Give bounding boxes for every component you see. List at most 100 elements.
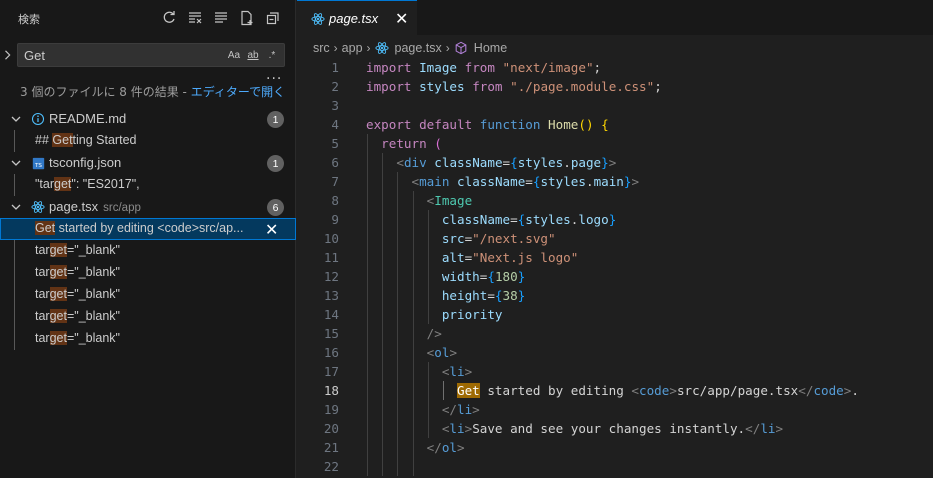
sidebar-header: 検索 xyxy=(0,0,296,36)
code-text: import styles from "./page.module.css"; xyxy=(366,79,662,94)
code-line: 16 <ol> xyxy=(297,343,933,362)
code-text: import Image from "next/image"; xyxy=(366,60,602,75)
code-text: <Image xyxy=(426,193,473,208)
code-line: 10 src="/next.svg" xyxy=(297,229,933,248)
match-text: target="_blank" xyxy=(35,287,120,301)
breadcrumb-item-symbol[interactable]: Home xyxy=(474,41,507,55)
line-number: 9 xyxy=(331,212,339,227)
match-text: target="_blank" xyxy=(35,331,120,345)
code-text: <li> xyxy=(441,364,473,379)
result-match-row[interactable]: target="_blank" xyxy=(0,284,296,306)
collapse-all-icon[interactable] xyxy=(264,9,282,27)
line-number: 2 xyxy=(331,79,339,94)
match-highlight: Get xyxy=(52,133,73,147)
tab-label: page.tsx xyxy=(329,11,379,26)
result-match-row[interactable]: Get started by editing <code>src/ap... ✕ xyxy=(0,218,296,240)
result-match-row[interactable]: target="_blank" xyxy=(0,306,296,328)
chevron-down-icon[interactable] xyxy=(10,156,22,170)
code-text: priority xyxy=(441,307,503,322)
indent-guide xyxy=(397,457,399,476)
code-text: <div className={styles.page}> xyxy=(396,155,617,170)
sidebar-actions xyxy=(160,9,282,27)
file-name-text: tsconfig.json xyxy=(49,155,122,170)
code-line: 1 import Image from "next/image"; xyxy=(297,58,933,77)
dismiss-match-icon[interactable]: ✕ xyxy=(265,220,278,239)
line-number: 3 xyxy=(331,98,339,113)
code-line: 3 xyxy=(297,96,933,115)
result-match-row[interactable]: "target": "ES2017", xyxy=(0,174,296,196)
line-number: 10 xyxy=(323,231,339,246)
view-as-list-icon[interactable] xyxy=(212,9,230,27)
result-match-row[interactable]: target="_blank" xyxy=(0,240,296,262)
search-input[interactable] xyxy=(24,46,204,64)
result-match-row[interactable]: target="_blank" xyxy=(0,262,296,284)
file-path: src/app xyxy=(103,202,141,214)
close-tab-icon[interactable]: ✕ xyxy=(395,9,408,28)
clear-results-icon[interactable] xyxy=(186,9,204,27)
editor-area: page.tsx ✕ src › app › page.tsx › Home 1… xyxy=(297,0,933,478)
use-regex-icon[interactable]: .* xyxy=(264,47,280,63)
match-highlight: get xyxy=(49,309,67,323)
code-text: <ol> xyxy=(426,345,458,360)
code-text: height={38} xyxy=(441,288,526,303)
result-file-name: README.md xyxy=(49,111,126,126)
code-line: 21 </ol> xyxy=(297,438,933,457)
match-count-badge: 1 xyxy=(267,111,284,128)
line-number: 8 xyxy=(331,193,339,208)
result-file-row[interactable]: README.md 1 xyxy=(0,108,296,130)
result-file-row[interactable]: TS tsconfig.json 1 xyxy=(0,152,296,174)
code-text: </ol> xyxy=(426,440,465,455)
line-number: 20 xyxy=(323,421,339,436)
file-name-text: page.tsx xyxy=(49,199,99,214)
match-text: Get started by editing <code>src/ap... xyxy=(35,221,244,235)
line-number: 4 xyxy=(331,117,339,132)
more-options-icon[interactable]: ... xyxy=(266,67,282,83)
result-match-row[interactable]: target="_blank" xyxy=(0,328,296,350)
match-text: ## Getting Started xyxy=(35,133,137,147)
react-icon xyxy=(311,12,325,26)
line-number: 12 xyxy=(323,269,339,284)
chevron-down-icon[interactable] xyxy=(10,200,22,214)
refresh-icon[interactable] xyxy=(160,9,178,27)
result-file-row[interactable]: page.tsx src/app 6 xyxy=(0,196,296,218)
code-line: 22 xyxy=(297,457,933,476)
search-sidebar: 検索 Aa ab .* ... xyxy=(0,0,296,478)
react-icon xyxy=(31,200,45,214)
code-text: src="/next.svg" xyxy=(441,231,556,246)
open-in-editor-link[interactable]: エディターで開く xyxy=(191,85,285,99)
line-number: 7 xyxy=(331,174,339,189)
chevron-right-icon: › xyxy=(366,41,371,55)
code-editor[interactable]: 1 import Image from "next/image"; 2 import … xyxy=(297,58,933,476)
tab-page-tsx[interactable]: page.tsx ✕ xyxy=(297,0,417,35)
breadcrumb-item-app[interactable]: app xyxy=(342,41,363,55)
breadcrumb-item-src[interactable]: src xyxy=(313,41,330,55)
ts-config-icon: TS xyxy=(31,156,45,170)
line-number: 14 xyxy=(323,307,339,322)
file-name-text: README.md xyxy=(49,111,127,126)
match-case-icon[interactable]: Aa xyxy=(226,47,242,63)
match-whole-word-icon[interactable]: ab xyxy=(245,47,261,63)
code-line: 20 <li>Save and see your changes instant… xyxy=(297,419,933,438)
search-box: Aa ab .* xyxy=(17,43,285,67)
match-text: target="_blank" xyxy=(35,265,120,279)
match-highlight: get xyxy=(49,243,67,257)
chevron-right-icon: › xyxy=(445,41,450,55)
code-line: 12 width={180} xyxy=(297,267,933,286)
line-number: 16 xyxy=(323,345,339,360)
code-text: className={styles.logo} xyxy=(441,212,617,227)
toggle-replace-chevron-icon[interactable] xyxy=(2,46,14,64)
chevron-down-icon[interactable] xyxy=(10,112,22,126)
line-number: 5 xyxy=(331,136,339,151)
line-number: 1 xyxy=(331,60,339,75)
indent-guide xyxy=(367,457,368,476)
match-highlight: Get xyxy=(35,221,56,235)
code-line: 6 <div className={styles.page}> xyxy=(297,153,933,172)
new-search-editor-icon[interactable] xyxy=(238,9,256,27)
breadcrumb-item-file[interactable]: page.tsx xyxy=(395,41,442,55)
line-number: 22 xyxy=(323,459,339,474)
react-icon xyxy=(374,42,389,54)
result-file-name: page.tsx src/app xyxy=(49,199,141,214)
match-count-badge: 6 xyxy=(267,199,284,216)
code-text: Get started by editing <code>src/app/pag… xyxy=(457,383,859,398)
result-match-row[interactable]: ## Getting Started xyxy=(0,130,296,152)
